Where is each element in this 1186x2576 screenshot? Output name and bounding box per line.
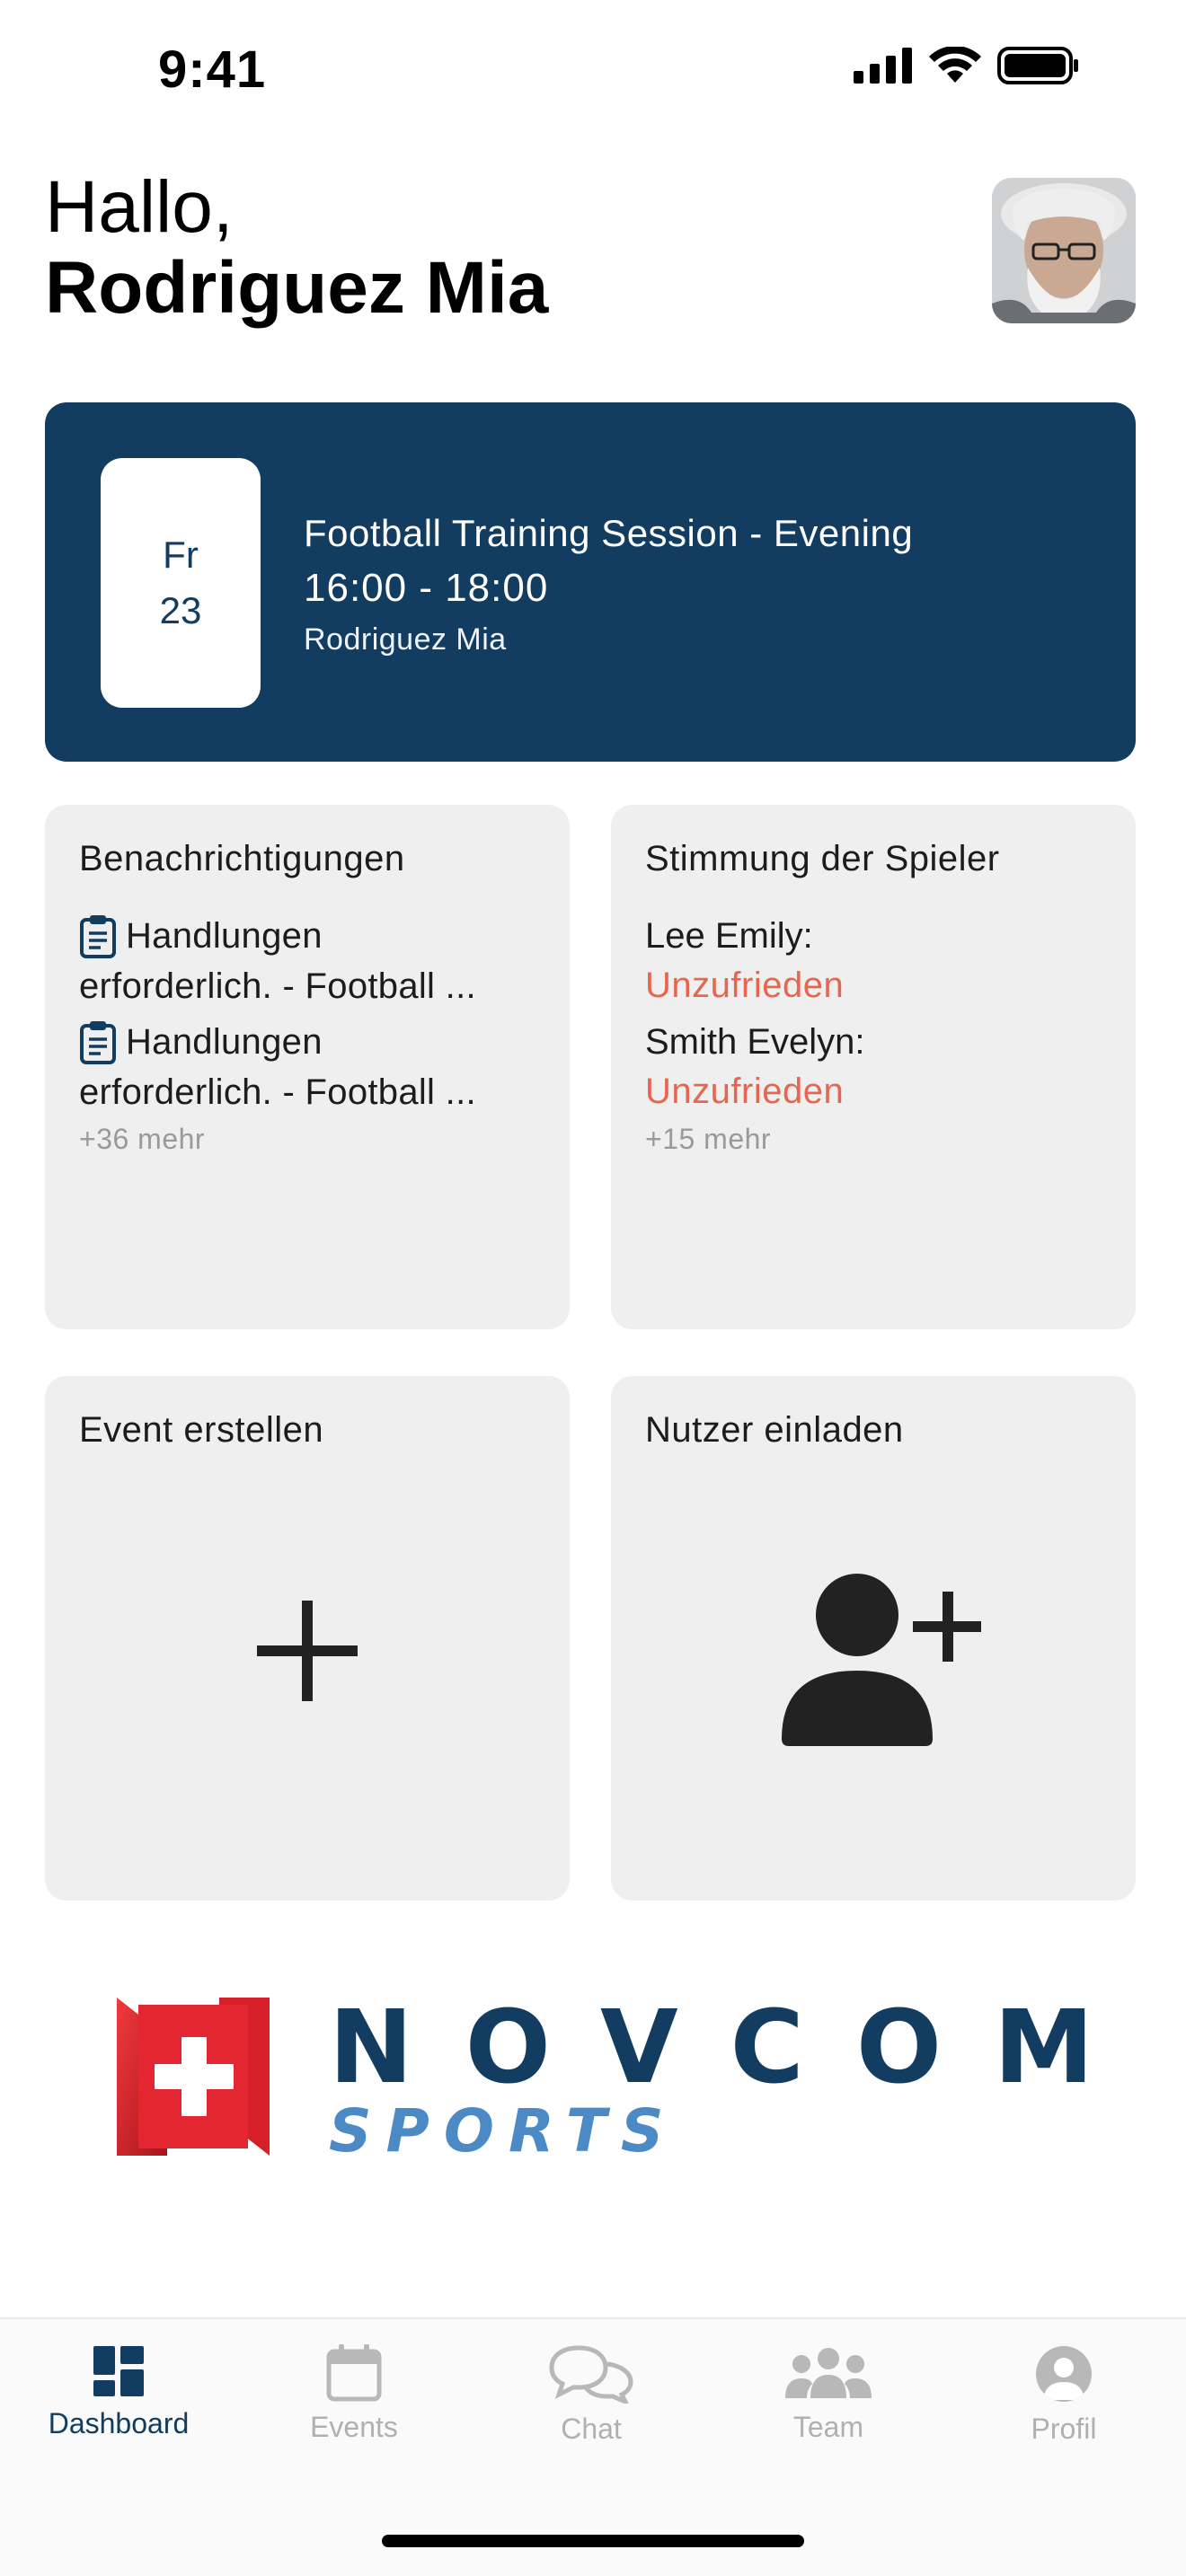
status-bar: 9:41 (0, 0, 1186, 144)
notification-item[interactable]: Handlungen erforderlich. - Football ... (79, 1017, 546, 1117)
greeting-user-name: Rodriguez Mia (45, 247, 549, 330)
event-day-number: 23 (159, 589, 202, 631)
tab-label: Events (310, 2411, 398, 2443)
cellular-signal-icon (854, 48, 912, 84)
novcom-logo-mark (117, 1998, 270, 2156)
invite-user-title: Nutzer einladen (645, 1410, 904, 1450)
notification-text-line2: erforderlich. - Football ... (79, 1072, 476, 1112)
plus-icon (257, 1601, 358, 1701)
create-event-tile[interactable]: Event erstellen (45, 1376, 570, 1901)
player-mood-status: Unzufrieden (645, 1072, 845, 1111)
status-time: 9:41 (158, 40, 267, 99)
tab-label: Dashboard (48, 2407, 190, 2439)
avatar[interactable] (992, 178, 1136, 323)
event-date-box: Fr 23 (101, 458, 261, 708)
status-icons (854, 47, 1080, 84)
greeting: Hallo, Rodriguez Mia (45, 166, 549, 331)
clipboard-icon (80, 915, 116, 958)
tab-profile[interactable]: Profil (974, 2344, 1154, 2446)
notifications-tile[interactable]: Benachrichtigungen Handlungen erforderli… (45, 805, 570, 1329)
player-name: Smith Evelyn: (645, 1022, 865, 1062)
tab-events[interactable]: Events (264, 2344, 444, 2444)
novcom-sports-logo: NOVCOM SPORTS (117, 1994, 1093, 2174)
tab-chat[interactable]: Chat (501, 2344, 681, 2446)
team-icon (785, 2348, 872, 2398)
event-weekday: Fr (163, 534, 199, 576)
notification-text-line1: Handlungen (126, 916, 323, 956)
player-mood-list: Lee Emily: Unzufrieden Smith Evelyn: Unz… (645, 911, 1112, 1156)
event-info: Football Training Session - Evening 16:0… (304, 507, 913, 663)
tab-label: Chat (561, 2413, 622, 2445)
player-mood-title: Stimmung der Spieler (645, 839, 1000, 878)
tab-team[interactable]: Team (739, 2344, 918, 2444)
player-name: Lee Emily: (645, 916, 813, 956)
avatar-photo (992, 178, 1136, 323)
player-mood-more-count[interactable]: +15 mehr (645, 1123, 1112, 1156)
tab-label: Team (792, 2411, 864, 2443)
event-owner: Rodriguez Mia (304, 622, 507, 657)
wifi-icon (929, 47, 981, 83)
calendar-icon (326, 2344, 382, 2402)
logo-subtitle: SPORTS (329, 2096, 678, 2166)
greeting-hello: Hallo, (45, 166, 234, 248)
notification-text-line2: erforderlich. - Football ... (79, 966, 476, 1006)
upcoming-event-card[interactable]: Fr 23 Football Training Session - Evenin… (45, 402, 1136, 762)
player-mood-item[interactable]: Lee Emily: Unzufrieden (645, 911, 1112, 1010)
chat-icon (549, 2345, 633, 2404)
notifications-title: Benachrichtigungen (79, 839, 405, 878)
clipboard-icon (80, 1021, 116, 1064)
player-mood-tile[interactable]: Stimmung der Spieler Lee Emily: Unzufrie… (611, 805, 1136, 1329)
event-title: Football Training Session - Evening (304, 512, 914, 554)
create-event-title: Event erstellen (79, 1410, 324, 1450)
logo-wordmark: NOVCOM (329, 1989, 1146, 2106)
tab-label: Profil (1031, 2413, 1097, 2445)
notifications-more-count[interactable]: +36 mehr (79, 1123, 546, 1156)
profile-icon (1036, 2346, 1092, 2402)
dashboard-icon (93, 2346, 144, 2396)
player-mood-status: Unzufrieden (645, 966, 845, 1005)
home-indicator (382, 2535, 804, 2547)
event-time: 16:00 - 18:00 (304, 566, 549, 610)
notification-item[interactable]: Handlungen erforderlich. - Football ... (79, 911, 546, 1011)
person-add-icon (782, 1574, 981, 1746)
notification-text-line1: Handlungen (126, 1022, 323, 1062)
invite-user-tile[interactable]: Nutzer einladen (611, 1376, 1136, 1901)
player-mood-item[interactable]: Smith Evelyn: Unzufrieden (645, 1017, 1112, 1116)
tab-dashboard[interactable]: Dashboard (29, 2344, 208, 2440)
battery-icon (997, 47, 1078, 84)
notifications-list: Handlungen erforderlich. - Football ... … (79, 911, 546, 1156)
